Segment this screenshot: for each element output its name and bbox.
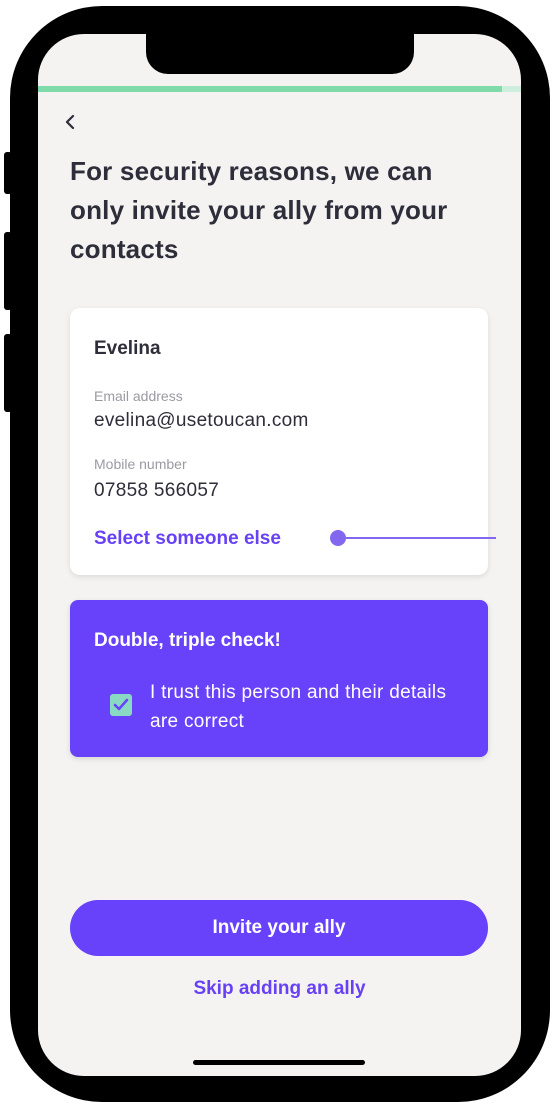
invite-ally-button[interactable]: Invite your ally <box>70 900 488 956</box>
home-indicator <box>193 1060 365 1065</box>
contact-card: Evelina Email address evelina@usetoucan.… <box>70 308 496 575</box>
callout-line <box>346 537 496 539</box>
page-title: For security reasons, we can only invite… <box>70 156 448 264</box>
volume-up-button <box>4 232 12 310</box>
trust-checkbox-label: I trust this person and their details ar… <box>150 682 447 732</box>
select-someone-else-link[interactable]: Select someone else <box>94 528 281 550</box>
confirmation-card: Double, triple check! I trust this perso… <box>70 600 488 757</box>
silent-switch <box>4 152 12 194</box>
skip-adding-ally-link[interactable]: Skip adding an ally <box>38 978 521 1000</box>
checkmark-icon <box>113 698 129 711</box>
chevron-left-icon <box>65 114 75 130</box>
progress-bar <box>38 86 521 92</box>
contact-name: Evelina <box>94 338 161 359</box>
email-value: evelina@usetoucan.com <box>94 410 309 431</box>
notch <box>146 34 414 74</box>
progress-bar-fill <box>38 86 502 92</box>
volume-down-button <box>4 334 12 412</box>
callout-dot <box>330 530 346 546</box>
app-screen: 17:47 For security reasons, we can only … <box>38 34 521 1076</box>
email-label: Email address <box>94 388 183 404</box>
status-bar: 17:47 <box>38 34 521 86</box>
mobile-label: Mobile number <box>94 456 187 472</box>
status-time: 17:47 <box>66 54 107 71</box>
wifi-battery-icon <box>441 57 488 69</box>
trust-checkbox[interactable] <box>110 694 132 716</box>
back-button[interactable] <box>56 108 84 136</box>
confirmation-title: Double, triple check! <box>94 630 281 651</box>
status-icons <box>435 56 495 70</box>
mobile-value: 07858 566057 <box>94 480 220 501</box>
